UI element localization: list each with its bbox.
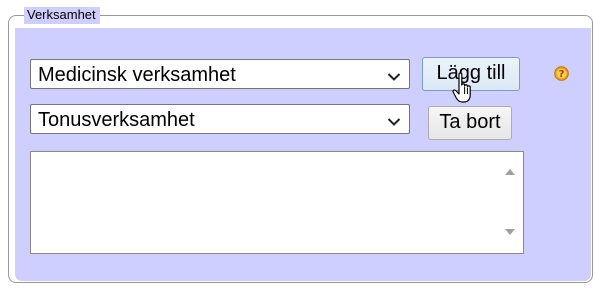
help-icon[interactable]: ?	[554, 66, 569, 81]
fieldset-legend: Verksamhet	[24, 7, 100, 24]
hand-pointer-icon	[452, 72, 476, 109]
chevron-down-icon	[387, 114, 401, 132]
select-value: Tonusverksamhet	[38, 109, 195, 131]
verksamhet-select[interactable]: Medicinsk verksamhet	[30, 59, 410, 89]
selected-list[interactable]	[30, 151, 524, 254]
svg-text:?: ?	[559, 69, 565, 80]
select-value: Medicinsk verksamhet	[38, 64, 236, 86]
scroll-up-icon[interactable]	[505, 162, 515, 180]
remove-button[interactable]: Ta bort	[428, 106, 512, 140]
chevron-down-icon	[387, 69, 401, 87]
scroll-down-icon[interactable]	[505, 222, 515, 240]
scrollbar[interactable]	[496, 152, 523, 253]
verksamhet-select-2[interactable]: Tonusverksamhet	[30, 104, 410, 134]
